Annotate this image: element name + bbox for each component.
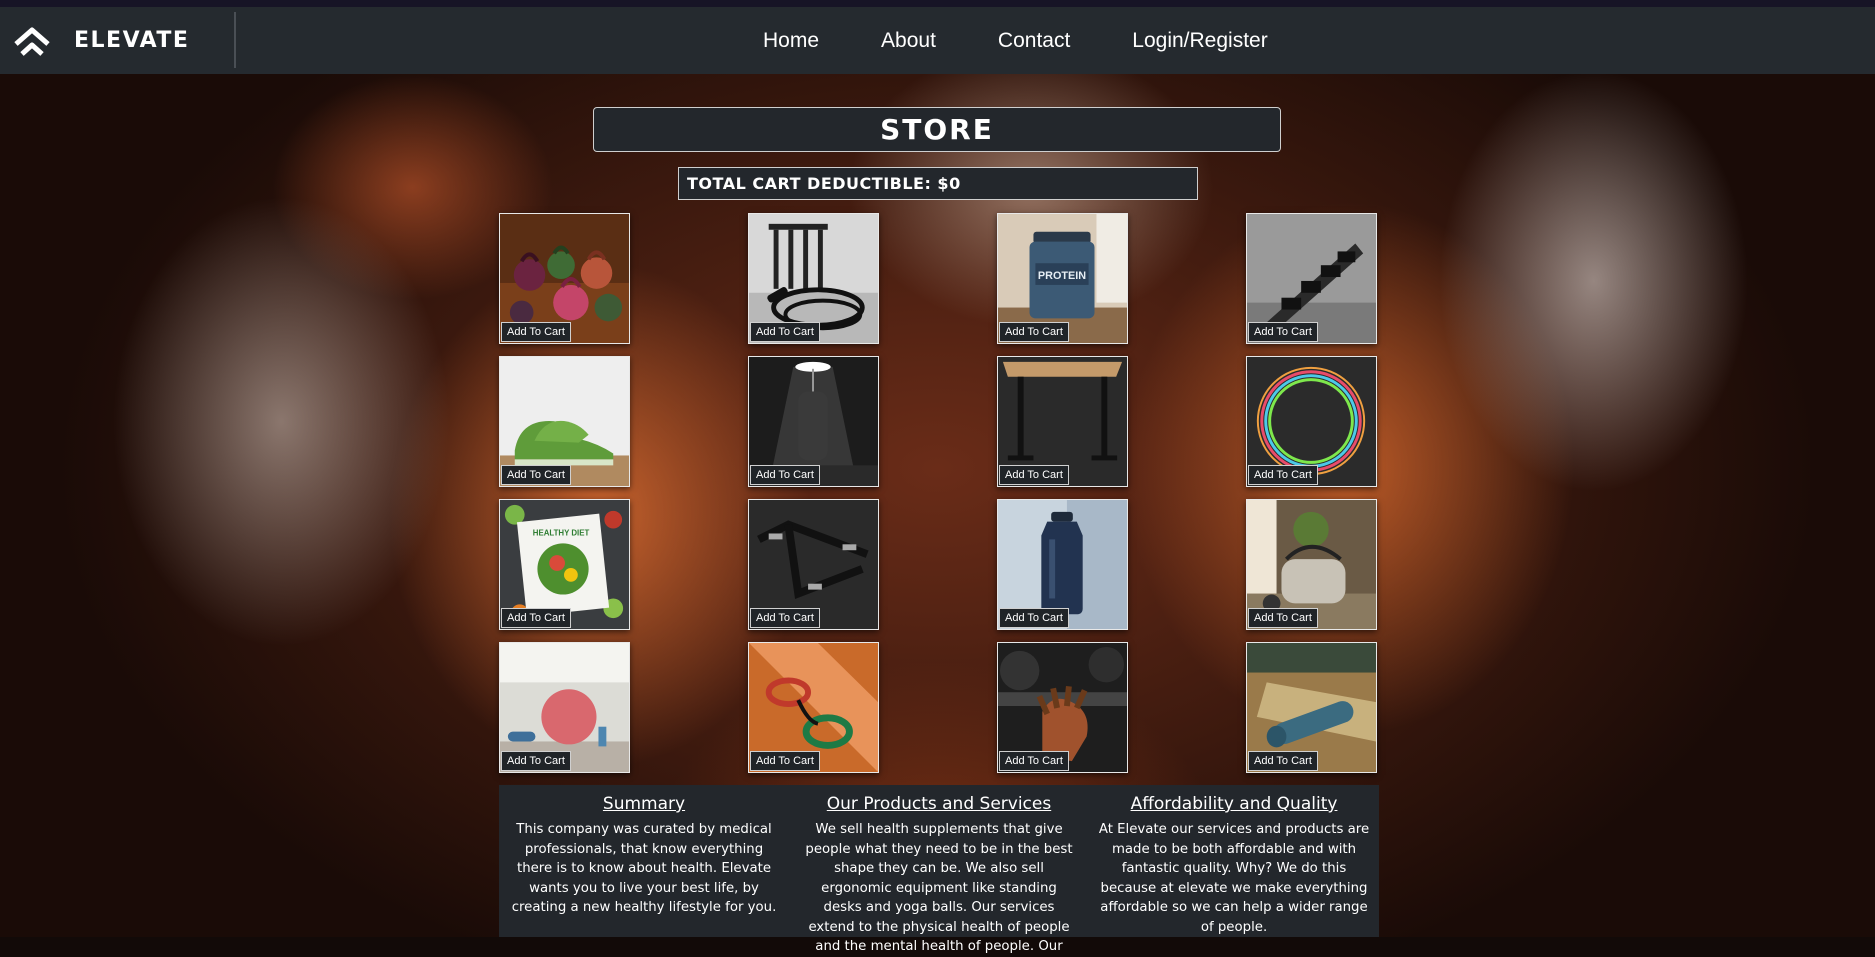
nav-home-link[interactable]: Home (763, 29, 819, 53)
add-to-cart-button[interactable]: Add To Cart (501, 322, 571, 342)
product-card: Add To Cart (1246, 642, 1377, 773)
product-card: Add To Cart (997, 642, 1128, 773)
footer: Summary This company was curated by medi… (499, 785, 1379, 954)
diet-book-label: HEALTHY DIET (533, 528, 590, 537)
add-to-cart-button[interactable]: Add To Cart (999, 465, 1069, 485)
navbar: ELEVATE Home About Contact Login/Registe… (0, 7, 1875, 74)
nav-links: Home About Contact Login/Register (763, 7, 1330, 74)
product-card: Add To Cart (997, 499, 1128, 630)
add-to-cart-button[interactable]: Add To Cart (999, 751, 1069, 771)
product-card: Add To Cart (499, 642, 630, 773)
product-grid: Add To Cart Add To Cart PROTEIN Add To C… (499, 213, 1379, 773)
add-to-cart-button[interactable]: Add To Cart (750, 608, 820, 628)
brand[interactable]: ELEVATE (0, 7, 189, 74)
summary-title: Summary (602, 794, 686, 814)
product-card: Add To Cart (997, 356, 1128, 487)
product-card: Add To Cart (499, 213, 630, 344)
product-card: Add To Cart (1246, 356, 1377, 487)
add-to-cart-button[interactable]: Add To Cart (999, 322, 1069, 342)
add-to-cart-button[interactable]: Add To Cart (750, 322, 820, 342)
add-to-cart-button[interactable]: Add To Cart (501, 465, 571, 485)
chevron-logo-icon (12, 21, 52, 61)
store-title: STORE (593, 107, 1281, 152)
add-to-cart-button[interactable]: Add To Cart (501, 751, 571, 771)
footer-affordability-quality: Affordability and Quality At Elevate our… (1089, 785, 1379, 937)
cart-total: TOTAL CART DEDUCTIBLE: $0 (678, 167, 1198, 200)
product-card: Add To Cart (748, 642, 879, 773)
product-card: HEALTHY DIET Add To Cart (499, 499, 630, 630)
brand-divider (234, 12, 236, 68)
add-to-cart-button[interactable]: Add To Cart (999, 608, 1069, 628)
affordability-quality-text: At Elevate our services and products are… (1098, 822, 1370, 935)
brand-name: ELEVATE (74, 28, 190, 53)
nav-login-register-link[interactable]: Login/Register (1132, 29, 1267, 53)
footer-products-services: Our Products and Services We sell health… (794, 785, 1084, 954)
protein-label: PROTEIN (1038, 270, 1086, 282)
summary-text: This company was curated by medical prof… (511, 822, 777, 915)
product-card: Add To Cart (1246, 213, 1377, 344)
add-to-cart-button[interactable]: Add To Cart (1248, 608, 1318, 628)
nav-contact-link[interactable]: Contact (998, 29, 1070, 53)
product-card: Add To Cart (499, 356, 630, 487)
nav-about-link[interactable]: About (881, 29, 936, 53)
footer-summary: Summary This company was curated by medi… (499, 785, 789, 937)
product-card: Add To Cart (1246, 499, 1377, 630)
add-to-cart-button[interactable]: Add To Cart (1248, 751, 1318, 771)
add-to-cart-button[interactable]: Add To Cart (501, 608, 571, 628)
top-strip (0, 0, 1875, 7)
products-services-text: We sell health supplements that give peo… (805, 822, 1073, 954)
add-to-cart-button[interactable]: Add To Cart (750, 751, 820, 771)
product-card: Add To Cart (748, 499, 879, 630)
affordability-quality-title: Affordability and Quality (1130, 794, 1338, 814)
add-to-cart-button[interactable]: Add To Cart (1248, 322, 1318, 342)
add-to-cart-button[interactable]: Add To Cart (1248, 465, 1318, 485)
product-card: Add To Cart (748, 356, 879, 487)
product-card: PROTEIN Add To Cart (997, 213, 1128, 344)
product-card: Add To Cart (748, 213, 879, 344)
add-to-cart-button[interactable]: Add To Cart (750, 465, 820, 485)
products-services-title: Our Products and Services (826, 794, 1052, 814)
